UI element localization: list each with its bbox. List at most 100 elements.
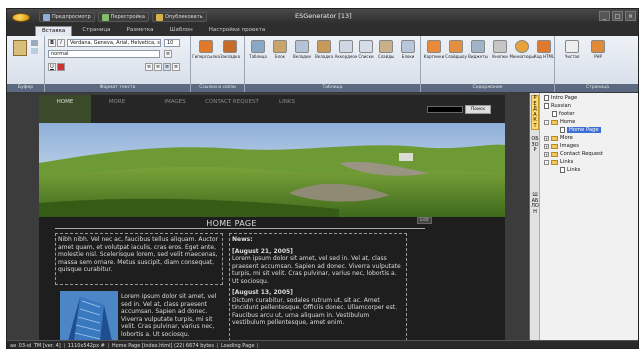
window-controls: _ □ × [599, 11, 636, 21]
collapse-icon[interactable]: - [544, 119, 549, 125]
copy-icon[interactable] [31, 48, 38, 54]
hero-landscape-image [39, 123, 505, 217]
app-logo-icon[interactable] [7, 9, 35, 25]
tab-button[interactable]: Вкладка [313, 40, 335, 59]
group-label-links: Ссылки и связи [191, 84, 244, 92]
hyperlink-button[interactable]: Гиперссылка [192, 40, 220, 59]
nav-contact-request[interactable]: CONTACT REQUEST [205, 95, 259, 123]
tab-layout[interactable]: Разметка [121, 26, 160, 36]
accordion-button[interactable]: Аккордеон [335, 40, 357, 59]
paste-icon[interactable] [13, 40, 27, 56]
close-icon[interactable]: × [625, 11, 636, 21]
slideshow-icon [449, 40, 463, 53]
cut-icon[interactable] [31, 40, 38, 46]
html-code-button[interactable]: Код HTML [533, 40, 555, 59]
page-title: HOME PAGE [206, 219, 257, 228]
tab-insert[interactable]: Вставка [35, 26, 73, 36]
tree-item-links-page[interactable]: Links [560, 167, 580, 173]
side-tab-overview[interactable]: ОБЗОР [531, 136, 539, 154]
tree-item-russian[interactable]: Russian [544, 103, 571, 109]
blank-page-button[interactable]: Чистая [561, 40, 583, 59]
nav-images[interactable]: IMAGES [149, 95, 201, 123]
lists-button[interactable]: Списки [355, 40, 377, 59]
list-button[interactable]: ≡ [164, 50, 172, 58]
hyperlink-icon [199, 40, 213, 53]
tree-item-intro-page[interactable]: Intro Page [544, 95, 577, 101]
news-date-2: [August 13, 2005] [232, 289, 293, 296]
blank-page-icon [565, 40, 579, 53]
image-caption-block[interactable]: Lorem ipsum dolor sit amet, vel sed in. … [119, 291, 225, 340]
window-title: ESGenerator [13] [295, 12, 352, 20]
expand-icon[interactable]: + [544, 151, 549, 157]
tree-item-links-folder[interactable]: - Links [544, 159, 573, 165]
buttons-icon [493, 40, 507, 53]
tab-project-settings[interactable]: Настройки проекта [203, 26, 272, 36]
align-left-button[interactable]: ≡ [145, 63, 153, 71]
preview-button[interactable]: Предпросмотр [39, 12, 95, 22]
nav-links[interactable]: LINKS [261, 95, 313, 123]
status-resolution: 1110x542px # [65, 342, 109, 348]
align-right-button[interactable]: ≡ [163, 63, 171, 71]
buttons-button[interactable]: Кнопки [489, 40, 511, 59]
expand-icon[interactable]: + [544, 135, 549, 141]
tree-item-footer[interactable]: footer [552, 111, 575, 117]
clipboard-group: Буфер [7, 36, 45, 92]
bookmark-button[interactable]: Закладка [219, 40, 241, 59]
page-icon [552, 111, 557, 117]
tabs-button[interactable]: Вкладки [291, 40, 313, 59]
news-block[interactable]: News: [August 21, 2005] Lorem ipsum dolo… [229, 233, 407, 340]
blocks-button[interactable]: Блоки [397, 40, 419, 59]
table-group: Таблица Блок Вкладки Вкладка Аккордеон С… [245, 36, 421, 92]
site-search-button[interactable]: Поиск [465, 105, 491, 114]
tree-item-images[interactable]: + Images [544, 143, 579, 149]
bold-button[interactable]: B [48, 39, 56, 47]
minimize-icon[interactable]: _ [599, 11, 610, 21]
tree-item-more[interactable]: + More [544, 135, 573, 141]
collapse-icon[interactable]: - [544, 159, 549, 165]
justify-button[interactable]: ≡ [172, 63, 180, 71]
text-color-icon[interactable] [57, 63, 65, 71]
tree-item-home-page[interactable]: Home Page [560, 127, 601, 133]
html-code-icon [537, 40, 551, 53]
nav-more[interactable]: MORE [91, 95, 143, 123]
intro-text-block[interactable]: Nibh nibh. Vel nec ac, faucibus tellus a… [55, 233, 223, 285]
status-bar: ae_03-ol_TM [ver. 4] 1110x542px # Home P… [7, 340, 638, 348]
italic-button[interactable]: I [57, 39, 65, 47]
underline-button[interactable]: U [48, 63, 56, 71]
tree-item-contact-request[interactable]: + Contact Request [544, 151, 603, 157]
tab-page[interactable]: Страница [76, 26, 116, 36]
thumbnails-button[interactable]: Миниатюры [509, 40, 535, 59]
group-label-table: Таблица [245, 84, 420, 92]
slides-icon [379, 40, 393, 53]
table-button[interactable]: Таблица [247, 40, 269, 59]
expand-icon[interactable]: + [544, 143, 549, 149]
tab-template[interactable]: Шаблон [164, 26, 199, 36]
image-caption-text: Lorem ipsum dolor sit amet, vel sed in. … [121, 293, 217, 338]
align-center-button[interactable]: ≡ [154, 63, 162, 71]
slides-button[interactable]: Слайды [375, 40, 397, 59]
nav-home[interactable]: HOME [39, 95, 91, 123]
tree-item-home[interactable]: - Home [544, 119, 575, 125]
building-photo [60, 291, 118, 340]
widgets-button[interactable]: Виджеты [467, 40, 489, 59]
slideshow-button[interactable]: Слайдшоу [445, 40, 467, 59]
php-page-button[interactable]: PHP [587, 40, 609, 59]
font-family-select[interactable]: Verdana, Geneva, Arial, Helvetica, sa [67, 39, 161, 47]
publish-button[interactable]: Опубликовать [151, 12, 207, 22]
table-icon [251, 40, 265, 53]
side-tab-template[interactable]: ШАБЛОН [531, 192, 539, 215]
site-search-input[interactable] [427, 106, 463, 113]
side-tab-edit[interactable]: РЕДАКТ [531, 95, 539, 130]
page-preview[interactable]: HOME MORE IMAGES CONTACT REQUEST LINKS П… [39, 95, 505, 340]
rebuild-button[interactable]: Перестройка [97, 12, 149, 22]
font-size-select[interactable]: 10 [164, 39, 180, 47]
content-group: Картинки Слайдшоу Виджеты Кнопки Миниатю… [421, 36, 555, 92]
paragraph-style-select[interactable]: normal [48, 50, 160, 58]
block-button[interactable]: Блок [269, 40, 291, 59]
folder-icon [551, 119, 558, 125]
maximize-icon[interactable]: □ [612, 11, 623, 21]
page-icon [544, 95, 549, 101]
images-button[interactable]: Картинки [423, 40, 445, 59]
page-icon [560, 167, 565, 173]
title-divider [55, 228, 425, 229]
